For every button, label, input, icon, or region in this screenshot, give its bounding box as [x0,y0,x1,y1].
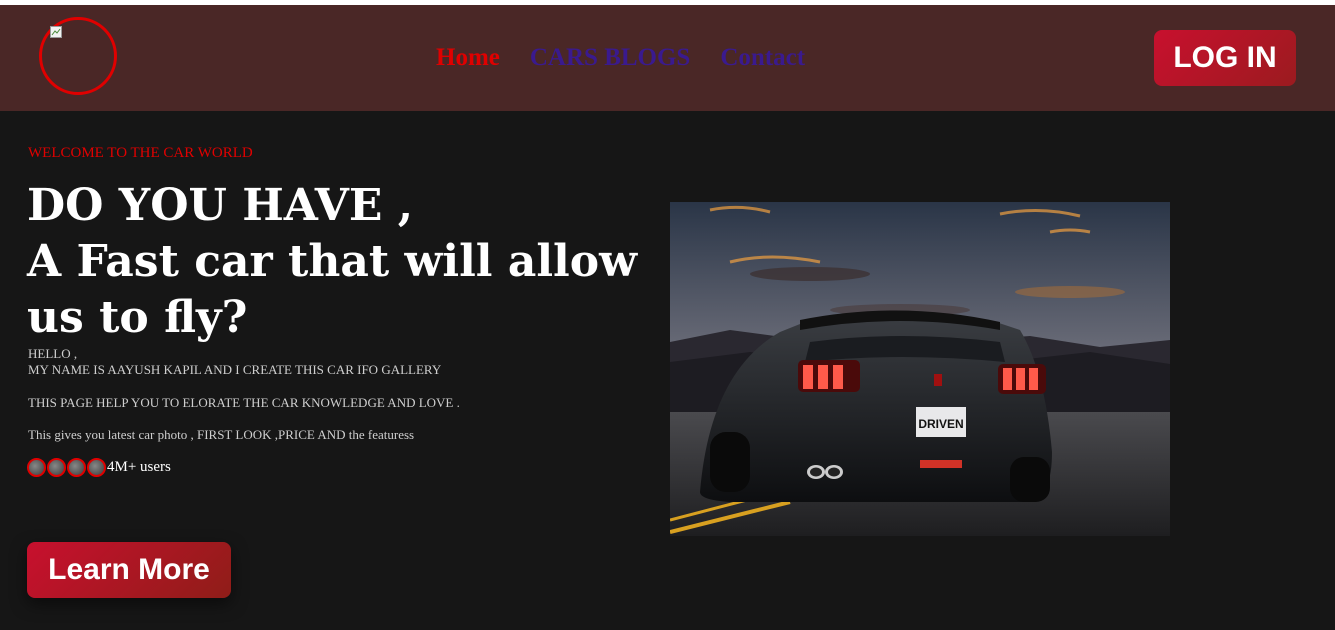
users-count-text: 4M+ users [107,459,171,475]
learn-more-button[interactable]: Learn More [27,542,231,598]
avatar [47,458,66,477]
login-button[interactable]: LOG IN [1154,30,1296,86]
users-count: 4M+ users [27,458,171,477]
avatar [87,458,106,477]
nav-link-cars-blogs[interactable]: CARS BLOGS [530,43,690,73]
logo[interactable] [39,17,117,95]
intro-purpose: THIS PAGE HELP YOU TO ELORATE THE CAR KN… [28,395,460,410]
nav-link-home[interactable]: Home [436,43,500,73]
headline-line: DO YOU HAVE , [27,180,414,231]
headline-line: A Fast car that will allow [27,236,637,287]
intro-greeting: HELLO , [28,346,78,361]
hero-headline: DO YOU HAVE , A Fast car that will allow… [27,178,667,346]
headline-line: us to fly? [27,292,248,343]
intro-name: MY NAME IS AAYUSH KAPIL AND I CREATE THI… [28,362,442,377]
sports-car-photo: DRIVEN [670,202,1170,536]
avatar [27,458,46,477]
navbar: Home CARS BLOGS Contact LOG IN [0,5,1335,111]
intro-features: This gives you latest car photo , FIRST … [28,427,415,442]
license-plate-text: DRIVEN [918,417,963,431]
nav-link-contact[interactable]: Contact [720,43,805,73]
welcome-text: WELCOME TO THE CAR WORLD [28,145,253,161]
avatar [67,458,86,477]
broken-image-icon [50,26,62,38]
nav-links: Home CARS BLOGS Contact [436,43,805,73]
